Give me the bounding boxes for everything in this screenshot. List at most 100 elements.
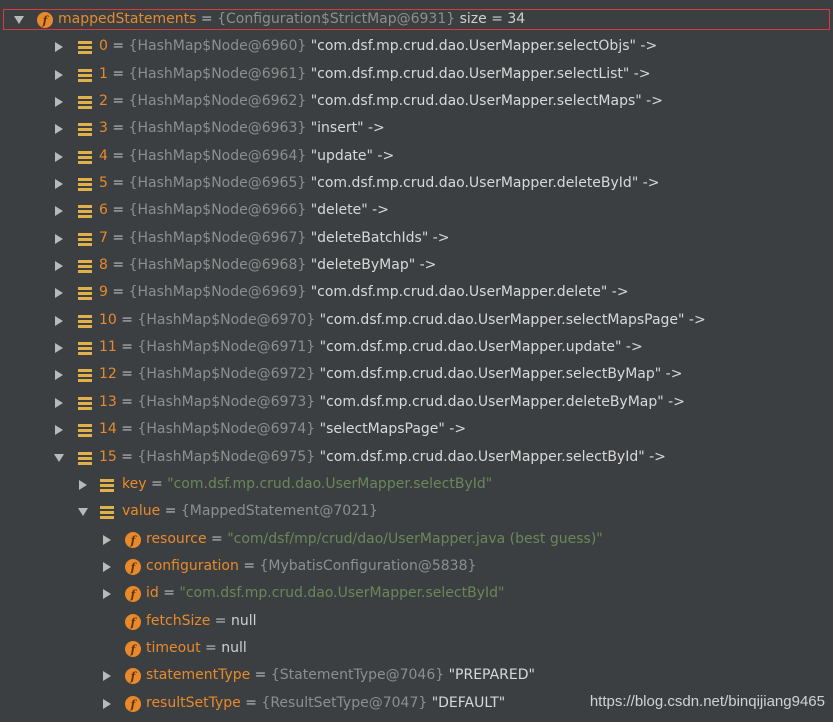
tree-row-part: {HashMap$Node@6973} [137,393,316,410]
tree-row-text: configuration = {MybatisConfiguration@58… [146,553,476,580]
expand-arrow-right-icon[interactable] [52,307,66,334]
expand-arrow-right-icon[interactable] [52,143,66,170]
expand-arrow-right-icon[interactable] [52,334,66,361]
tree-row[interactable]: f timeout = null [0,635,833,662]
tree-row-part: 0 [99,38,108,55]
tree-row-part: {MappedStatement@7021} [180,503,378,520]
expand-arrow-right-icon[interactable] [100,526,114,553]
tree-row[interactable]: 4 = {HashMap$Node@6964} "update" -> [0,143,833,170]
tree-row-part: 6 [99,202,108,219]
tree-row-part: 10 [99,311,117,328]
tree-row-part: "com.dsf.mp.crud.dao.UserMapper.selectMa… [306,93,663,110]
field-icon: f [36,11,54,29]
tree-row[interactable]: 6 = {HashMap$Node@6966} "delete" -> [0,197,833,224]
tree-row-text: timeout = null [146,635,247,662]
list-entry-icon [76,202,94,220]
tree-row-part: {HashMap$Node@6963} [128,120,307,137]
tree-row-part: "com.dsf.mp.crud.dao.UserMapper.selectBy… [315,448,666,465]
tree-row[interactable]: f resource = "com/dsf/mp/crud/dao/UserMap… [0,526,833,553]
tree-row[interactable]: 14 = {HashMap$Node@6974} "selectMapsPage… [0,416,833,443]
tree-row[interactable]: 3 = {HashMap$Node@6963} "insert" -> [0,115,833,142]
tree-row[interactable]: f statementType = {StatementType@7046} "P… [0,662,833,689]
field-icon: f [124,695,142,713]
tree-row-part: {ResultSetType@7047} [261,694,428,711]
expand-arrow-right-icon[interactable] [52,279,66,306]
tree-row-text: id = "com.dsf.mp.crud.dao.UserMapper.sel… [146,580,504,607]
expand-arrow-right-icon[interactable] [52,197,66,224]
expand-arrow-right-icon[interactable] [52,33,66,60]
expand-arrow-right-icon[interactable] [100,553,114,580]
tree-row-text: value = {MappedStatement@7021} [122,498,378,525]
tree-row-part: key [122,475,147,492]
tree-row[interactable]: 5 = {HashMap$Node@6965} "com.dsf.mp.crud… [0,170,833,197]
list-entry-icon [76,421,94,439]
tree-row-part: null [230,612,257,629]
tree-row[interactable]: 9 = {HashMap$Node@6969} "com.dsf.mp.crud… [0,279,833,306]
tree-row-part: "deleteByMap" -> [306,257,437,274]
tree-row-part: statementType [146,667,251,684]
tree-row[interactable]: 15 = {HashMap$Node@6975} "com.dsf.mp.cru… [0,444,833,471]
tree-row[interactable]: key = "com.dsf.mp.crud.dao.UserMapper.se… [0,471,833,498]
expand-arrow-right-icon[interactable] [52,170,66,197]
tree-row[interactable]: 1 = {HashMap$Node@6961} "com.dsf.mp.crud… [0,61,833,88]
tree-row-part: timeout [146,639,201,656]
tree-row[interactable]: 2 = {HashMap$Node@6962} "com.dsf.mp.crud… [0,88,833,115]
tree-row-text: 4 = {HashMap$Node@6964} "update" -> [99,143,394,170]
tree-row-text: 2 = {HashMap$Node@6962} "com.dsf.mp.crud… [99,88,663,115]
tree-row-part: = [206,530,228,547]
tree-row[interactable]: f configuration = {MybatisConfiguration@5… [0,553,833,580]
tree-row-part: "com.dsf.mp.crud.dao.UserMapper.selectOb… [306,38,658,55]
tree-row-part: = [196,11,218,27]
tree-row[interactable]: 12 = {HashMap$Node@6972} "com.dsf.mp.cru… [0,361,833,388]
expand-arrow-down-icon[interactable] [76,498,90,525]
tree-row-text: 12 = {HashMap$Node@6972} "com.dsf.mp.cru… [99,361,682,388]
tree-row-text: 3 = {HashMap$Node@6963} "insert" -> [99,115,385,142]
expand-arrow-right-icon[interactable] [52,225,66,252]
expand-arrow-right-icon[interactable] [52,416,66,443]
tree-row-part: "deleteBatchIds" -> [306,229,450,246]
expand-arrow-right-icon[interactable] [52,361,66,388]
tree-row-part: {HashMap$Node@6964} [128,147,307,164]
expand-arrow-right-icon[interactable] [52,61,66,88]
list-entry-icon [76,120,94,138]
tree-row[interactable]: 11 = {HashMap$Node@6971} "com.dsf.mp.cru… [0,334,833,361]
tree-row-part: "com.dsf.mp.crud.dao.UserMapper.selectLi… [306,65,651,82]
tree-row[interactable]: f id = "com.dsf.mp.crud.dao.UserMapper.se… [0,580,833,607]
expand-arrow-right-icon[interactable] [52,88,66,115]
tree-row[interactable]: value = {MappedStatement@7021} [0,498,833,525]
expand-arrow-down-icon[interactable] [12,6,26,33]
expand-arrow-right-icon[interactable] [76,471,90,498]
tree-row-part: 15 [99,448,117,465]
tree-row[interactable]: 7 = {HashMap$Node@6967} "deleteBatchIds"… [0,225,833,252]
expand-arrow-right-icon[interactable] [52,115,66,142]
expand-arrow-right-icon[interactable] [100,662,114,689]
tree-row-part: 14 [99,421,117,438]
tree-row-part: "update" -> [306,147,395,164]
tree-row[interactable]: 0 = {HashMap$Node@6960} "com.dsf.mp.crud… [0,33,833,60]
tree-row[interactable]: 8 = {HashMap$Node@6968} "deleteByMap" -> [0,252,833,279]
tree-row-text: fetchSize = null [146,608,257,635]
tree-row-text: 1 = {HashMap$Node@6961} "com.dsf.mp.crud… [99,61,651,88]
tree-row-part: 1 [99,65,108,82]
tree-row-text: mappedStatements = {Configuration$Strict… [58,6,525,33]
tree-row[interactable]: 13 = {HashMap$Node@6973} "com.dsf.mp.cru… [0,389,833,416]
tree-row-part: {Configuration$StrictMap@6931} [217,11,456,27]
field-icon: f [124,613,142,631]
tree-row-part: "com.dsf.mp.crud.dao.UserMapper.update" … [315,339,643,356]
list-entry-icon [76,38,94,56]
expand-arrow-right-icon[interactable] [52,252,66,279]
expand-arrow-right-icon[interactable] [100,580,114,607]
tree-row-part: value [122,503,161,520]
tree-row-part: "selectMapsPage" -> [315,421,467,438]
tree-row[interactable]: f fetchSize = null [0,608,833,635]
expand-arrow-down-icon[interactable] [52,444,66,471]
tree-row-part: "com.dsf.mp.crud.dao.UserMapper.selectMa… [315,311,706,328]
tree-row-part: = [107,120,129,137]
tree-row[interactable]: 10 = {HashMap$Node@6970} "com.dsf.mp.cru… [0,307,833,334]
tree-row-text: resource = "com/dsf/mp/crud/dao/UserMapp… [146,526,603,553]
expand-arrow-right-icon[interactable] [100,690,114,717]
list-entry-icon [76,394,94,412]
expand-arrow-right-icon[interactable] [52,389,66,416]
tree-row[interactable]: f mappedStatements = {Configuration$Stric… [0,6,833,33]
tree-row-text: 15 = {HashMap$Node@6975} "com.dsf.mp.cru… [99,444,666,471]
